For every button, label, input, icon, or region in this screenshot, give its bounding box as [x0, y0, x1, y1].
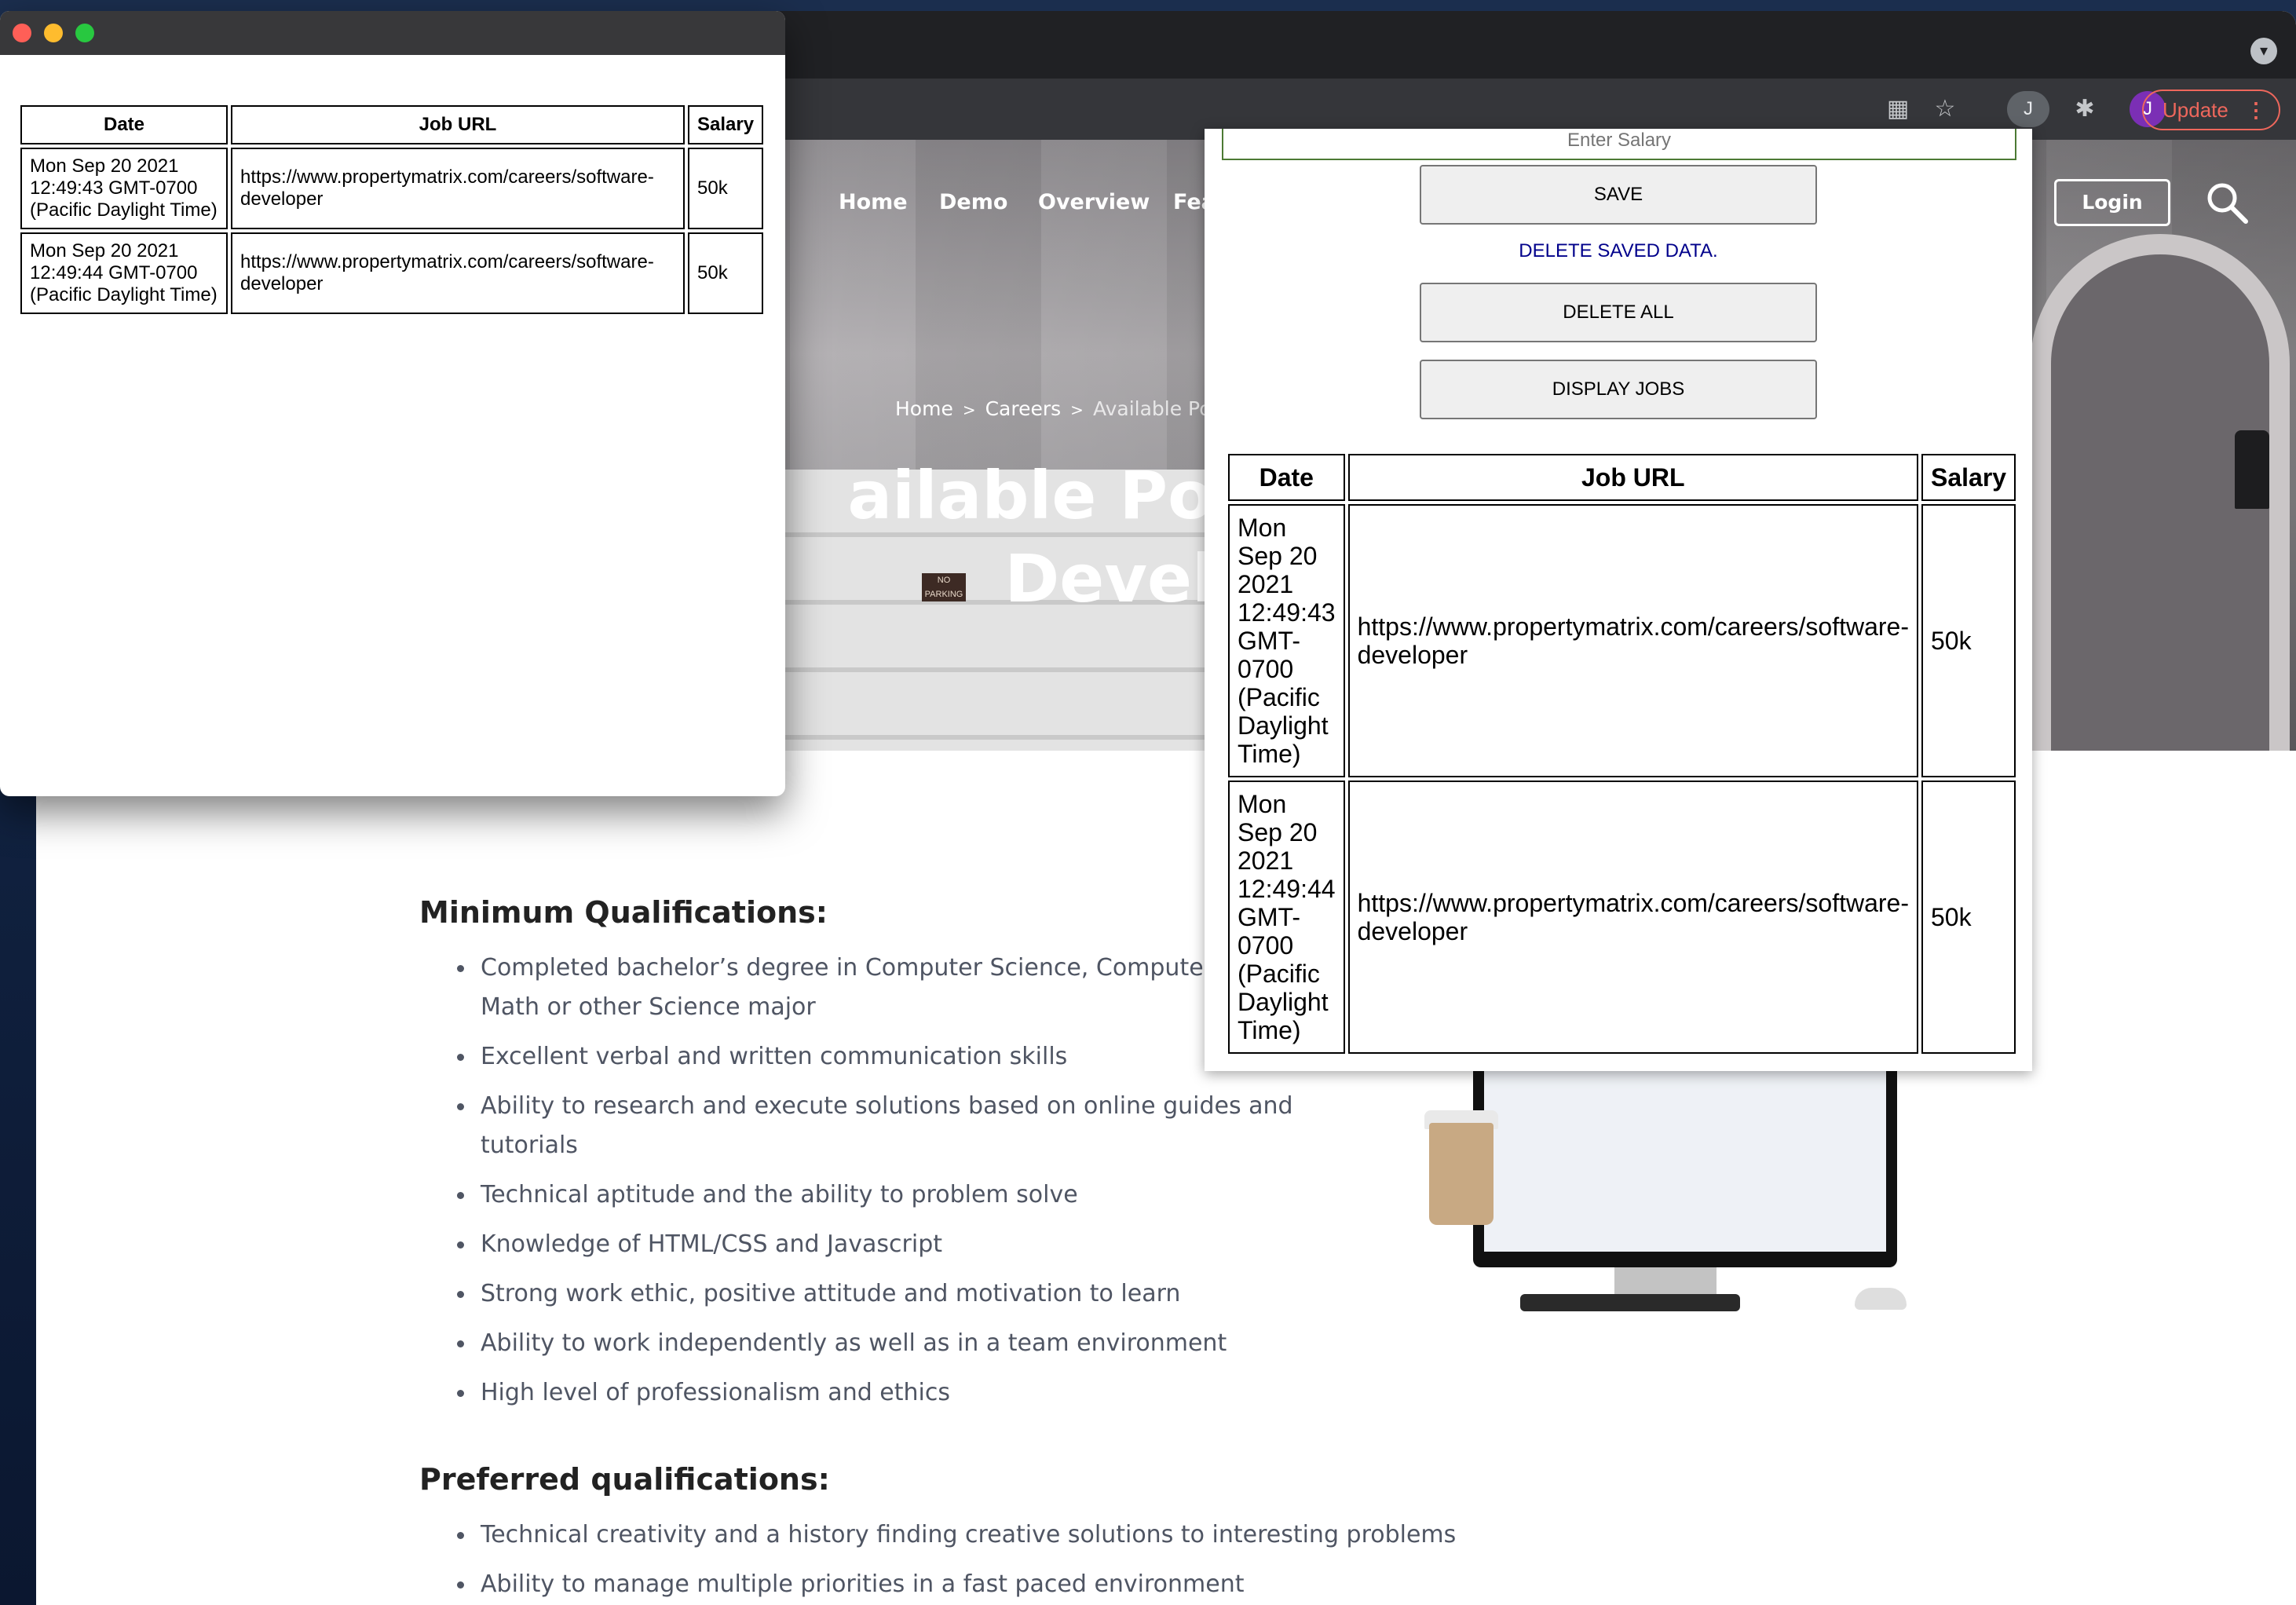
column-header-salary: Salary: [688, 105, 764, 144]
preferred-qualifications-list: Technical creativity and a history findi…: [457, 1515, 1580, 1605]
keyboard-image: [1520, 1294, 1740, 1311]
table-row: Mon Sep 20 2021 12:49:44 GMT-0700 (Pacif…: [20, 232, 764, 314]
table-header-row: Date Job URL Salary: [1228, 454, 2016, 501]
list-item: Ability to manage multiple priorities in…: [457, 1565, 1580, 1604]
more-menu-icon[interactable]: ⋮: [2246, 91, 2266, 129]
table-row: Mon Sep 20 2021 12:49:44 GMT-0700 (Pacif…: [1228, 781, 2016, 1054]
cell-job-url: https://www.propertymatrix.com/careers/s…: [231, 232, 685, 314]
mouse-image: [1855, 1288, 1907, 1310]
tab-search-icon[interactable]: ▾: [2250, 38, 2277, 64]
salary-input[interactable]: [1222, 129, 2016, 160]
list-item: Technical creativity and a history findi…: [457, 1515, 1580, 1555]
delete-all-button[interactable]: DELETE ALL: [1420, 283, 1817, 342]
jobs-mini-window: Date Job URL Salary Mon Sep 20 2021 12:4…: [0, 11, 785, 796]
column-header-date: Date: [20, 105, 228, 144]
list-item: Strong work ethic, positive attitude and…: [457, 1274, 1344, 1314]
extension-popup: SAVE DELETE SAVED DATA. DELETE ALL DISPL…: [1205, 129, 2032, 1071]
cell-date: Mon Sep 20 2021 12:49:43 GMT-0700 (Pacif…: [20, 148, 228, 229]
bookmark-star-icon[interactable]: ☆: [1929, 93, 1961, 126]
cell-salary: 50k: [688, 232, 764, 314]
qr-code-icon[interactable]: ▦: [1881, 93, 1914, 126]
list-item: Knowledge of HTML/CSS and Javascript: [457, 1225, 1344, 1264]
column-header-salary: Salary: [1921, 454, 2016, 501]
cell-job-url: https://www.propertymatrix.com/careers/s…: [1347, 504, 1918, 777]
list-item: Technical aptitude and the ability to pr…: [457, 1175, 1344, 1215]
list-item: Ability to work independently as well as…: [457, 1324, 1344, 1363]
list-item-continuation: tutorials: [481, 1132, 578, 1159]
cell-date: Mon Sep 20 2021 12:49:44 GMT-0700 (Pacif…: [20, 232, 228, 314]
list-item: Ability to research and execute solution…: [457, 1087, 1344, 1126]
cell-date: Mon Sep 20 2021 12:49:44 GMT-0700 (Pacif…: [1228, 781, 1345, 1054]
cell-salary: 50k: [1921, 781, 2016, 1054]
preferred-qualifications-heading: Preferred qualifications:: [419, 1462, 830, 1497]
minimize-window-icon[interactable]: [44, 24, 63, 42]
table-row: Mon Sep 20 2021 12:49:43 GMT-0700 (Pacif…: [20, 148, 764, 229]
delete-saved-data-label: DELETE SAVED DATA.: [1519, 240, 1718, 261]
mini-window-titlebar: [0, 11, 785, 55]
update-label: Update: [2163, 98, 2228, 122]
list-item: High level of professionalism and ethics: [457, 1373, 1344, 1413]
table-header-row: Date Job URL Salary: [20, 105, 764, 144]
coffee-cup-image: [1429, 1123, 1493, 1225]
column-header-job-url: Job URL: [231, 105, 685, 144]
product-monitor-image: [1473, 1055, 1897, 1267]
min-qualifications-heading: Minimum Qualifications:: [419, 895, 828, 930]
display-jobs-button[interactable]: DISPLAY JOBS: [1420, 360, 1817, 419]
zoom-window-icon[interactable]: [75, 24, 94, 42]
cell-salary: 50k: [1921, 504, 2016, 777]
extension-j-button[interactable]: J: [2007, 91, 2049, 127]
cell-date: Mon Sep 20 2021 12:49:43 GMT-0700 (Pacif…: [1228, 504, 1345, 777]
cell-salary: 50k: [688, 148, 764, 229]
update-button[interactable]: Update ⋮: [2142, 90, 2280, 130]
table-row: Mon Sep 20 2021 12:49:43 GMT-0700 (Pacif…: [1228, 504, 2016, 777]
close-window-icon[interactable]: [13, 24, 31, 42]
monitor-screen: [1484, 1055, 1886, 1252]
column-header-job-url: Job URL: [1347, 454, 1918, 501]
puzzle-extensions-icon[interactable]: ✱: [2068, 93, 2101, 126]
cell-job-url: https://www.propertymatrix.com/careers/s…: [231, 148, 685, 229]
mini-jobs-table: Date Job URL Salary Mon Sep 20 2021 12:4…: [17, 102, 766, 317]
save-button[interactable]: SAVE: [1420, 165, 1817, 225]
column-header-date: Date: [1228, 454, 1345, 501]
saved-jobs-table: Date Job URL Salary Mon Sep 20 2021 12:4…: [1225, 451, 2019, 1057]
cell-job-url: https://www.propertymatrix.com/careers/s…: [1347, 781, 1918, 1054]
